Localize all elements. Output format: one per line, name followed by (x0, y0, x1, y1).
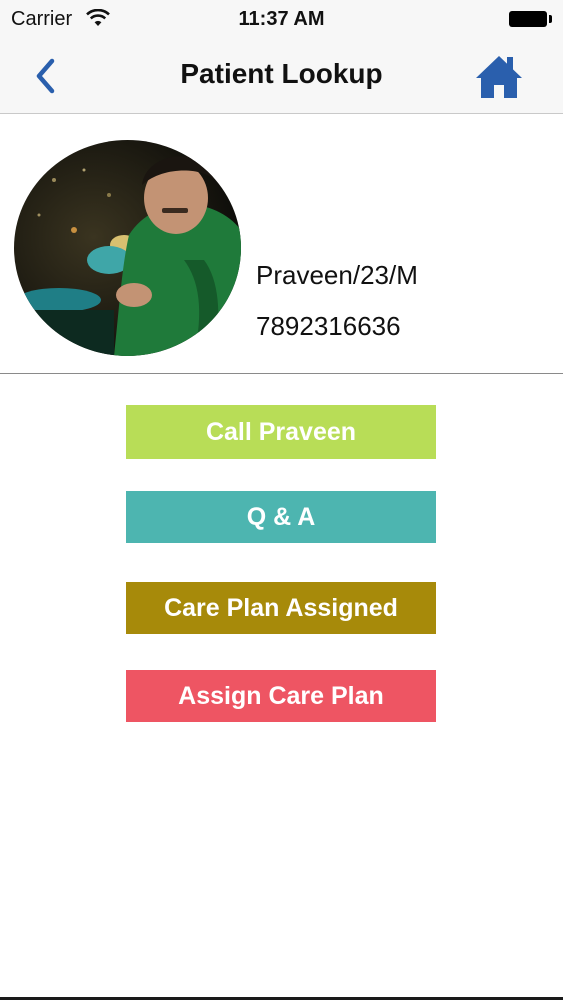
status-bar: Carrier 11:37 AM (0, 0, 563, 40)
patient-phone-number: 7892316636 (256, 311, 401, 341)
section-divider (0, 373, 563, 374)
home-icon (476, 56, 522, 98)
qa-button[interactable]: Q & A (126, 491, 436, 543)
battery-nub (549, 15, 552, 23)
home-button[interactable] (474, 54, 524, 100)
status-time: 11:37 AM (238, 8, 325, 30)
patient-name-age-gender: Praveen/23/M (256, 260, 418, 290)
navigation-bar: Patient Lookup (0, 40, 563, 114)
avatar (14, 140, 241, 356)
patient-photo (14, 140, 241, 356)
assign-care-plan-button[interactable]: Assign Care Plan (126, 670, 436, 722)
care-plan-assigned-button[interactable]: Care Plan Assigned (126, 582, 436, 634)
call-patient-button[interactable]: Call Praveen (126, 405, 436, 459)
battery-icon (509, 11, 547, 27)
